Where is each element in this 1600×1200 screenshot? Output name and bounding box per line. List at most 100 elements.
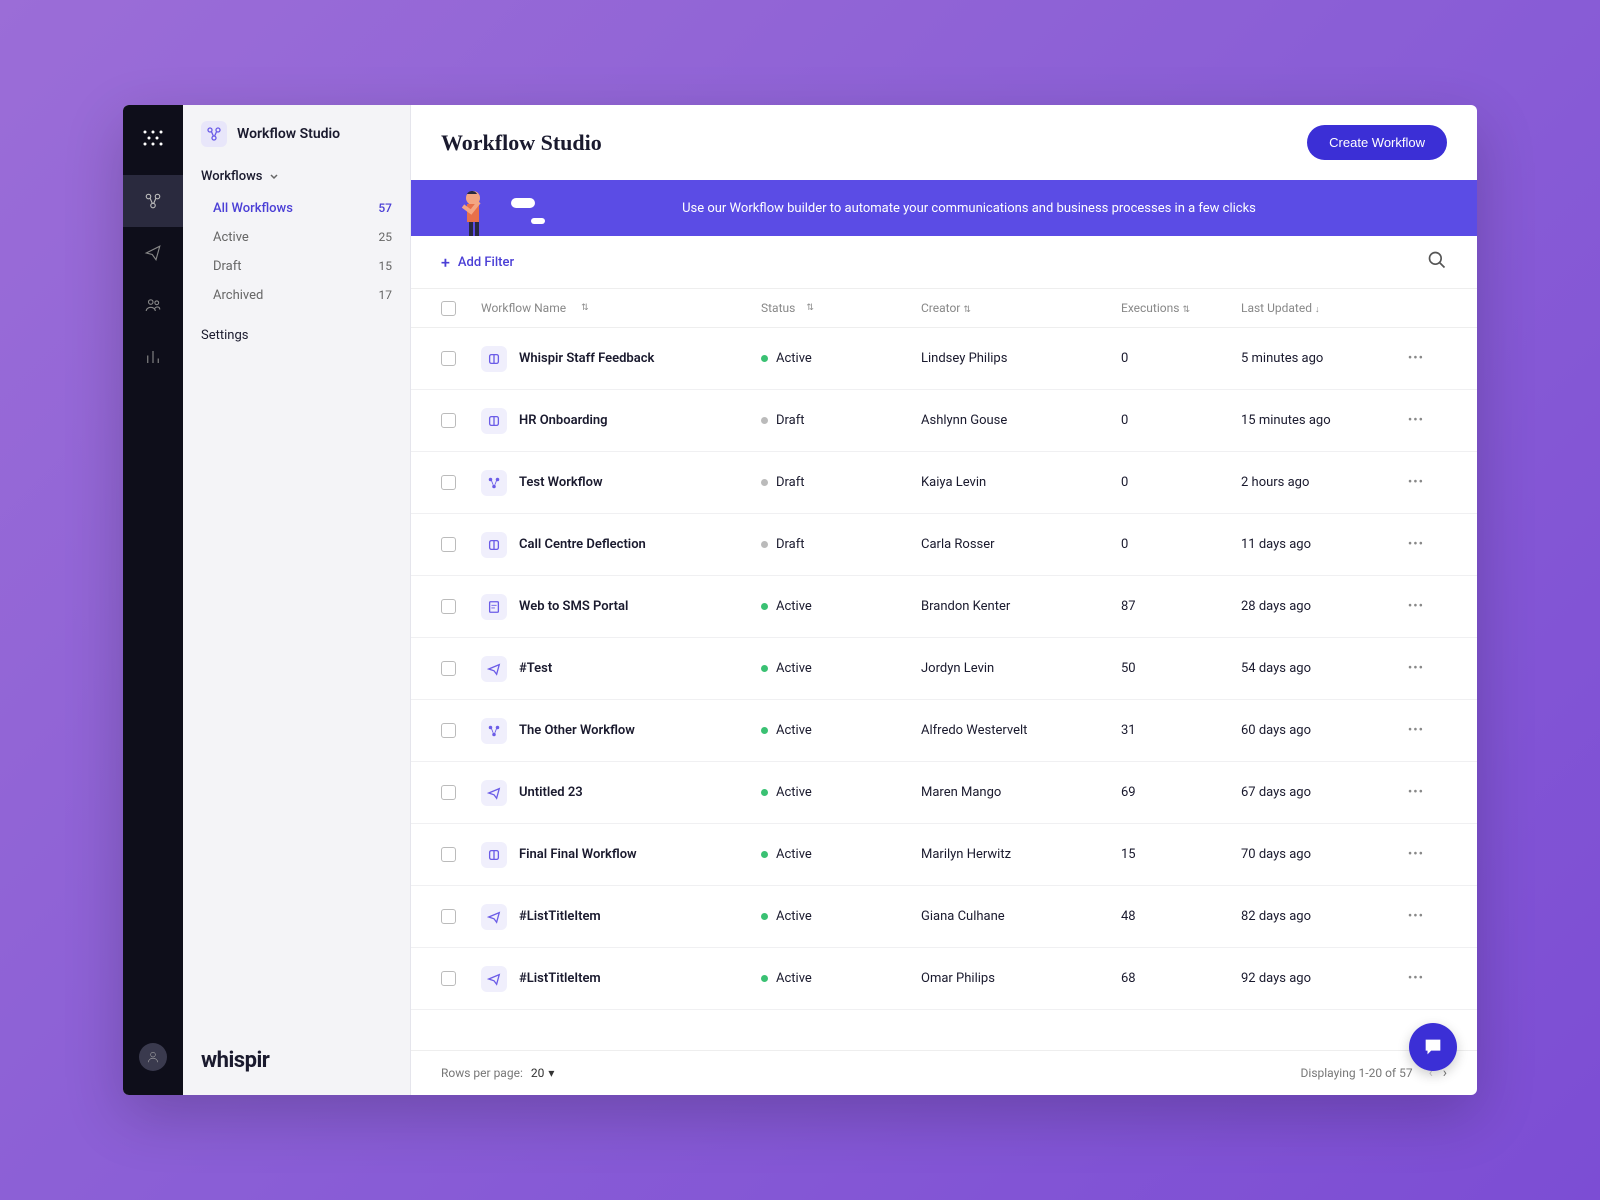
- sidebar-item-count: 15: [379, 259, 393, 274]
- search-icon: [1427, 250, 1447, 270]
- user-avatar[interactable]: [139, 1043, 167, 1071]
- workflow-name: #Test: [519, 661, 552, 676]
- sidebar-settings[interactable]: Settings: [183, 314, 410, 357]
- display-range-text: Displaying 1-20 of 57: [1301, 1066, 1413, 1080]
- creator-name: Omar Philips: [921, 971, 1121, 986]
- row-checkbox[interactable]: [441, 475, 456, 490]
- creator-name: Alfredo Westervelt: [921, 723, 1121, 738]
- table-row[interactable]: Call Centre Deflection Draft Carla Rosse…: [411, 514, 1477, 576]
- column-header-executions[interactable]: Executions⇅: [1121, 301, 1241, 315]
- row-actions-menu[interactable]: •••: [1391, 723, 1441, 738]
- row-actions-menu[interactable]: •••: [1391, 599, 1441, 614]
- page-title: Workflow Studio: [441, 130, 602, 156]
- sort-down-icon: ↓: [1315, 305, 1320, 315]
- column-header-status[interactable]: Status⇅: [761, 301, 921, 315]
- row-actions-menu[interactable]: •••: [1391, 785, 1441, 800]
- chat-fab[interactable]: [1409, 1023, 1457, 1071]
- search-button[interactable]: [1427, 250, 1447, 274]
- sidebar-group-workflows[interactable]: Workflows: [183, 163, 410, 190]
- sidebar-item-label: Draft: [213, 259, 242, 274]
- nav-workflows[interactable]: [123, 175, 183, 227]
- sidebar-item-draft[interactable]: Draft 15: [183, 252, 410, 281]
- workflow-icon: [201, 121, 227, 147]
- status-text: Draft: [776, 475, 805, 490]
- creator-name: Giana Culhane: [921, 909, 1121, 924]
- row-checkbox[interactable]: [441, 971, 456, 986]
- workflow-name: Test Workflow: [519, 475, 603, 490]
- table-row[interactable]: #ListTitleItem Active Giana Culhane 48 8…: [411, 886, 1477, 948]
- sort-icon: ⇅: [806, 303, 814, 313]
- select-all-checkbox[interactable]: [441, 301, 456, 316]
- column-header-updated[interactable]: Last Updated↓: [1241, 301, 1391, 315]
- column-header-name[interactable]: Workflow Name⇅: [481, 301, 761, 315]
- table-row[interactable]: Final Final Workflow Active Marilyn Herw…: [411, 824, 1477, 886]
- status-dot: [761, 603, 768, 610]
- plus-icon: +: [441, 253, 450, 272]
- row-actions-menu[interactable]: •••: [1391, 909, 1441, 924]
- status-dot: [761, 851, 768, 858]
- add-filter-button[interactable]: + Add Filter: [441, 253, 514, 272]
- status-text: Draft: [776, 537, 805, 552]
- nav-analytics[interactable]: [123, 331, 183, 383]
- table-row[interactable]: The Other Workflow Active Alfredo Wester…: [411, 700, 1477, 762]
- table-row[interactable]: HR Onboarding Draft Ashlynn Gouse 0 15 m…: [411, 390, 1477, 452]
- row-actions-menu[interactable]: •••: [1391, 847, 1441, 862]
- execution-count: 48: [1121, 909, 1241, 924]
- sidebar-item-all-workflows[interactable]: All Workflows57: [183, 194, 410, 223]
- table-row[interactable]: #Test Active Jordyn Levin 50 54 days ago…: [411, 638, 1477, 700]
- row-actions-menu[interactable]: •••: [1391, 971, 1441, 986]
- table-row[interactable]: Web to SMS Portal Active Brandon Kenter …: [411, 576, 1477, 638]
- last-updated: 70 days ago: [1241, 847, 1391, 862]
- app-logo[interactable]: [123, 105, 183, 175]
- execution-count: 87: [1121, 599, 1241, 614]
- row-checkbox[interactable]: [441, 599, 456, 614]
- row-checkbox[interactable]: [441, 909, 456, 924]
- create-workflow-button[interactable]: Create Workflow: [1307, 125, 1447, 160]
- row-actions-menu[interactable]: •••: [1391, 351, 1441, 366]
- table-row[interactable]: #ListTitleItem Active Omar Philips 68 92…: [411, 948, 1477, 1010]
- status-dot: [761, 479, 768, 486]
- row-actions-menu[interactable]: •••: [1391, 413, 1441, 428]
- last-updated: 28 days ago: [1241, 599, 1391, 614]
- row-checkbox[interactable]: [441, 785, 456, 800]
- row-checkbox[interactable]: [441, 723, 456, 738]
- row-actions-menu[interactable]: •••: [1391, 537, 1441, 552]
- last-updated: 15 minutes ago: [1241, 413, 1391, 428]
- nav-contacts[interactable]: [123, 279, 183, 331]
- table-header: Workflow Name⇅ Status⇅ Creator⇅ Executio…: [411, 288, 1477, 328]
- row-actions-menu[interactable]: •••: [1391, 661, 1441, 676]
- row-checkbox[interactable]: [441, 661, 456, 676]
- row-checkbox[interactable]: [441, 847, 456, 862]
- creator-name: Marilyn Herwitz: [921, 847, 1121, 862]
- creator-name: Lindsey Philips: [921, 351, 1121, 366]
- last-updated: 5 minutes ago: [1241, 351, 1391, 366]
- row-checkbox[interactable]: [441, 413, 456, 428]
- table-row[interactable]: Whispir Staff Feedback Active Lindsey Ph…: [411, 328, 1477, 390]
- nav-campaigns[interactable]: [123, 227, 183, 279]
- row-checkbox[interactable]: [441, 351, 456, 366]
- sidebar-item-label: Archived: [213, 288, 263, 303]
- row-actions-menu[interactable]: •••: [1391, 475, 1441, 490]
- sidebar-item-active[interactable]: Active25: [183, 223, 410, 252]
- filter-bar: + Add Filter: [411, 236, 1477, 288]
- status-text: Active: [776, 909, 812, 924]
- last-updated: 60 days ago: [1241, 723, 1391, 738]
- execution-count: 0: [1121, 351, 1241, 366]
- status-dot: [761, 417, 768, 424]
- status-dot: [761, 789, 768, 796]
- chat-icon: [1422, 1036, 1444, 1058]
- column-header-creator[interactable]: Creator⇅: [921, 301, 1121, 315]
- row-checkbox[interactable]: [441, 537, 456, 552]
- workflow-name: Whispir Staff Feedback: [519, 351, 654, 366]
- last-updated: 82 days ago: [1241, 909, 1391, 924]
- table-row[interactable]: Untitled 23 Active Maren Mango 69 67 day…: [411, 762, 1477, 824]
- sidebar-title-text: Workflow Studio: [237, 126, 340, 142]
- table-row[interactable]: Test Workflow Draft Kaiya Levin 0 2 hour…: [411, 452, 1477, 514]
- workflow-type-icon: [481, 718, 507, 744]
- creator-name: Maren Mango: [921, 785, 1121, 800]
- creator-name: Carla Rosser: [921, 537, 1121, 552]
- sidebar-item-archived[interactable]: Archived17: [183, 281, 410, 310]
- page-size-select[interactable]: 20 ▾: [531, 1066, 555, 1080]
- rows-per-page-label: Rows per page:: [441, 1066, 523, 1080]
- workflow-table: Workflow Name⇅ Status⇅ Creator⇅ Executio…: [411, 288, 1477, 1050]
